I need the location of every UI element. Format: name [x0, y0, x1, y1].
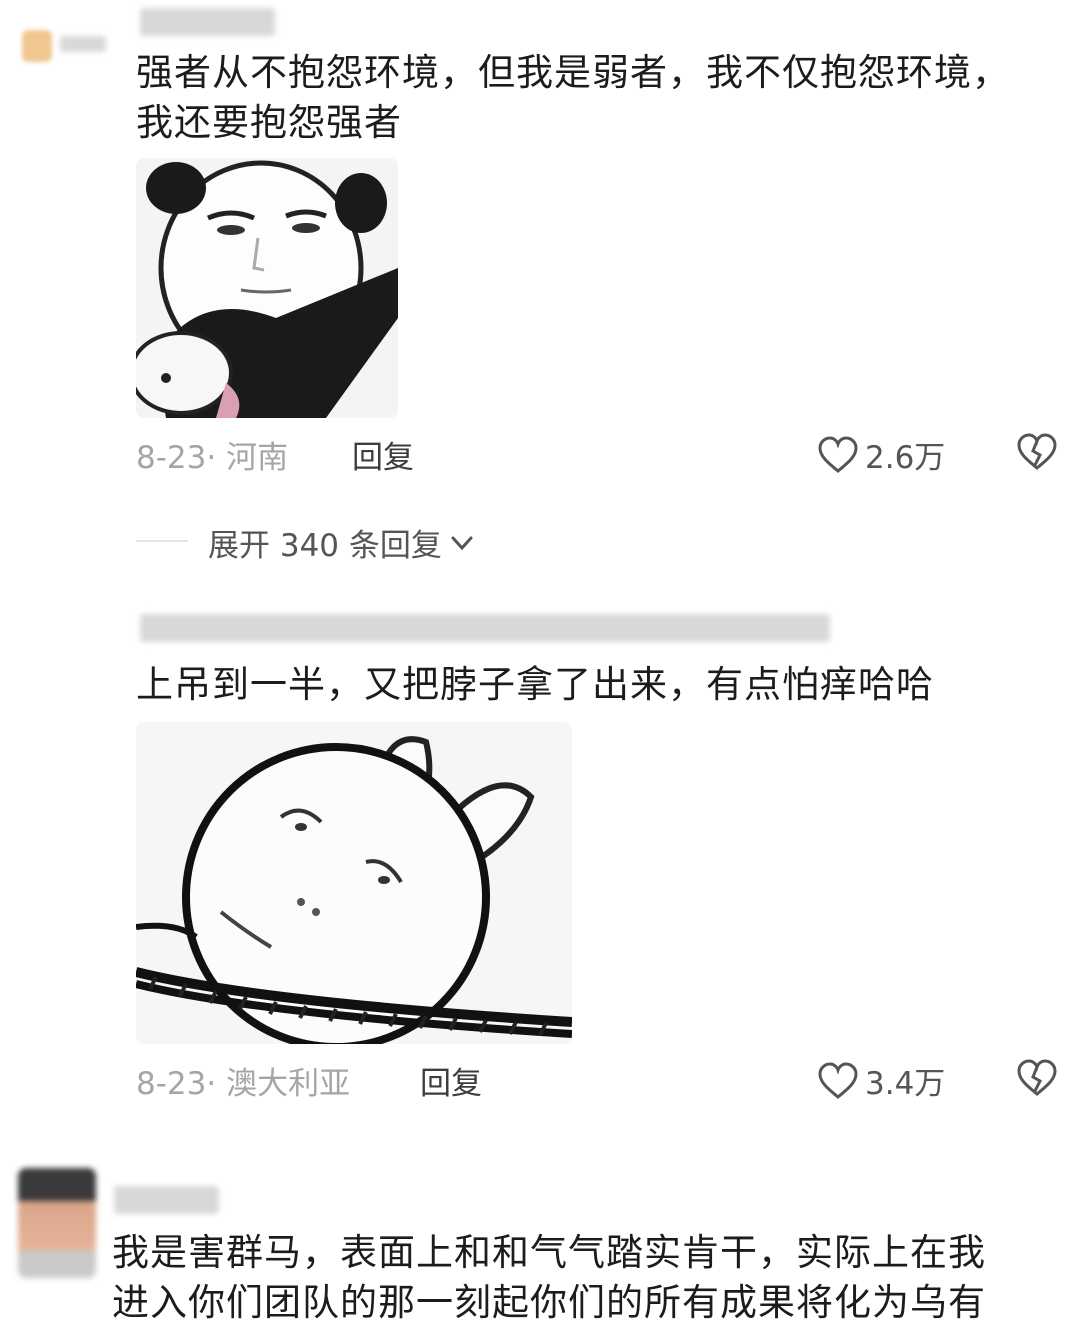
like-count: 3.4万 [865, 1066, 946, 1102]
chevron-down-icon [451, 536, 473, 550]
comment-text: 上吊到一半，又把脖子拿了出来，有点怕痒哈哈 [136, 663, 934, 706]
like-button[interactable]: 2.6万 [817, 432, 945, 477]
reply-button[interactable]: 回复 [352, 432, 414, 477]
username-blurred[interactable] [140, 8, 275, 36]
comment-text: 强者从不抱怨环境，但我是弱者，我不仅抱怨环境， 我还要抱怨强者 [136, 51, 1010, 144]
broken-heart-icon [1017, 433, 1057, 470]
expand-divider [136, 540, 188, 542]
heart-outline-icon [818, 1061, 858, 1099]
panda-meme-sticker[interactable] [136, 158, 398, 418]
rabbit-rope-sticker-drawing [136, 722, 572, 1044]
rabbit-rope-sticker[interactable] [136, 722, 572, 1044]
username-blurred[interactable] [114, 1186, 219, 1214]
like-count: 2.6万 [865, 440, 946, 476]
dislike-button[interactable] [1016, 432, 1058, 476]
comment-text: 我是害群马，表面上和和气气踏实肯干，实际上在我 进入你们团队的那一刻起你们的所有… [112, 1231, 986, 1324]
broken-heart-icon [1017, 1059, 1057, 1096]
username-blurred[interactable] [140, 614, 830, 642]
panda-meme-sticker-drawing [136, 158, 398, 418]
avatar[interactable] [18, 1168, 96, 1278]
dislike-button[interactable] [1016, 1058, 1058, 1102]
like-button[interactable]: 3.4万 [817, 1058, 945, 1103]
avatar[interactable] [22, 30, 52, 62]
username-blurred [60, 36, 106, 52]
reply-button[interactable]: 回复 [420, 1058, 482, 1103]
comment-date-location: 8-23· 澳大利亚 [136, 1066, 351, 1102]
heart-outline-icon [818, 435, 858, 473]
comment-date-location: 8-23· 河南 [136, 440, 289, 476]
expand-replies-label: 展开 340 条回复 [208, 528, 442, 564]
expand-replies-button[interactable]: 展开 340 条回复 [208, 520, 476, 565]
